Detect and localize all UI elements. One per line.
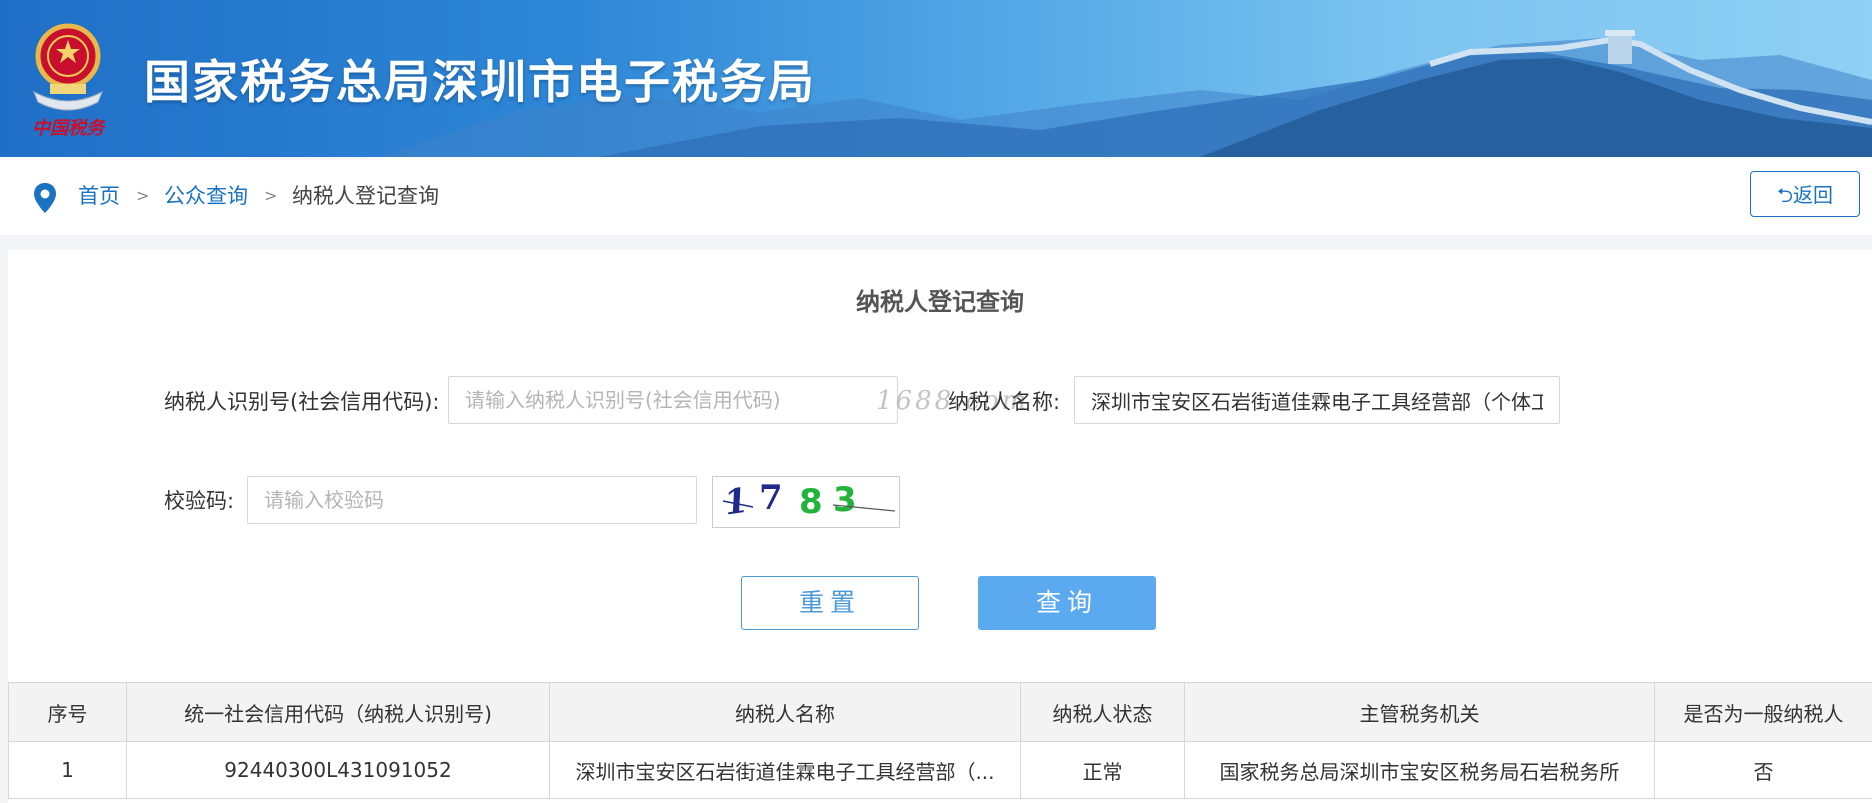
form-title: 纳税人登记查询: [856, 288, 1024, 316]
breadcrumb: 首页 > 公众查询 > 纳税人登记查询 ⮌返回: [0, 157, 1872, 235]
breadcrumb-current: 纳税人登记查询: [292, 184, 439, 208]
general-taxpayer-cell: 否: [1654, 741, 1872, 799]
captcha-label: 校验码:: [164, 489, 235, 513]
breadcrumb-home-link[interactable]: 首页: [78, 181, 120, 211]
captcha-glyphs: 1 7 8 3: [722, 478, 896, 524]
captcha-image[interactable]: 1 7 8 3: [712, 476, 900, 528]
site-title: 国家税务总局深圳市电子税务局: [144, 55, 816, 109]
captcha-char: 7: [759, 478, 783, 518]
status-cell: 正常: [1020, 741, 1185, 799]
captcha-char: 3: [833, 480, 857, 520]
credit-code-cell: 92440300L431091052: [126, 741, 550, 799]
breadcrumb-separator: >: [136, 186, 150, 205]
national-emblem-logo: 中国税务: [32, 23, 107, 139]
breadcrumb-separator: >: [264, 186, 278, 205]
taxpayer-id-input[interactable]: [448, 376, 898, 424]
column-header: 主管税务机关: [1184, 682, 1655, 742]
query-button[interactable]: 查询: [978, 576, 1156, 630]
svg-text:中国税务: 中国税务: [32, 118, 107, 139]
results-table: 序号 统一社会信用代码（纳税人识别号) 纳税人名称 纳税人状态 主管税务机关 是…: [8, 682, 1872, 799]
taxpayer-name-cell: 深圳市宝安区石岩街道佳霖电子工具经营部（...: [549, 741, 1021, 799]
captcha-char: 8: [799, 482, 823, 522]
captcha-input[interactable]: [247, 476, 697, 524]
row-index: 1: [8, 741, 127, 799]
header-banner: 中国税务 国家税务总局深圳市电子税务局: [0, 0, 1872, 157]
table-row[interactable]: 1 92440300L431091052 深圳市宝安区石岩街道佳霖电子工具经营部…: [8, 741, 1872, 799]
reset-button[interactable]: 重置: [741, 576, 919, 630]
location-pin-icon: [34, 183, 56, 213]
back-button[interactable]: ⮌返回: [1750, 171, 1860, 217]
column-header: 统一社会信用代码（纳税人识别号): [126, 682, 550, 742]
taxpayer-name-input[interactable]: [1074, 376, 1560, 424]
column-header: 纳税人状态: [1020, 682, 1185, 742]
column-header: 是否为一般纳税人: [1654, 682, 1872, 742]
table-header-row: 序号 统一社会信用代码（纳税人识别号) 纳税人名称 纳税人状态 主管税务机关 是…: [8, 682, 1872, 742]
taxpayer-id-label: 纳税人识别号(社会信用代码):: [164, 390, 440, 414]
query-panel: 纳税人登记查询 纳税人识别号(社会信用代码): 1688.com 纳税人名称: …: [8, 250, 1872, 803]
breadcrumb-section-link[interactable]: 公众查询: [164, 181, 248, 211]
tax-authority-cell: 国家税务总局深圳市宝安区税务局石岩税务所: [1184, 741, 1655, 799]
column-header: 纳税人名称: [549, 682, 1021, 742]
taxpayer-name-label: 纳税人名称:: [948, 390, 1061, 414]
column-header: 序号: [8, 682, 127, 742]
